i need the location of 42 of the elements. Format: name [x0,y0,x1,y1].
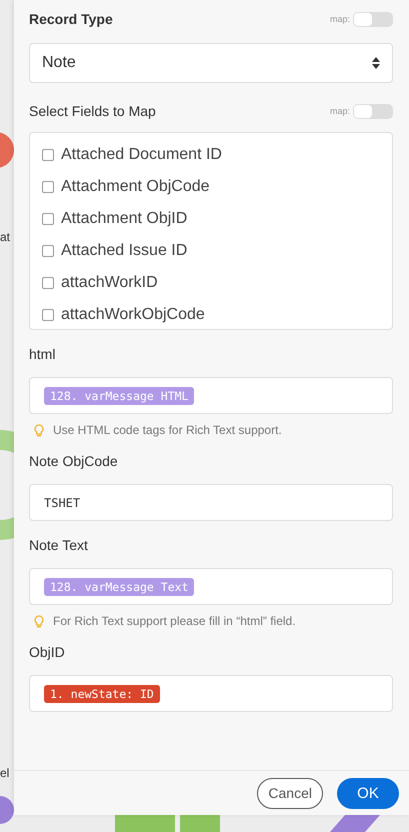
cancel-button[interactable]: Cancel [257,778,323,808]
input-field[interactable]: 1. newState: ID [29,675,393,712]
checkbox[interactable] [42,309,54,321]
checkbox[interactable] [42,149,54,161]
checkbox[interactable] [42,277,54,289]
input-field[interactable]: TSHET [29,484,393,521]
updown-icon [372,57,380,69]
lightbulb-icon [34,424,44,436]
variable-tag: 128. varMessage HTML [44,386,194,404]
record-type-select[interactable]: Note [29,43,393,83]
field-label: Note Text [29,537,89,553]
option-label: Attached Document ID [61,146,222,164]
variable-tag: 1. newState: ID [44,684,160,702]
hint-text: For Rich Text support please fill in “html” field. [53,614,296,628]
field-label: html [29,346,56,362]
canvas-node [115,815,175,832]
field-label: Note ObjCode [29,453,119,469]
field-value: TSHET [44,496,80,510]
map-toggle[interactable] [353,12,393,26]
map-toggle[interactable] [353,104,393,118]
field-label: ObjID [29,644,66,660]
checkbox[interactable] [42,181,54,193]
option-label: Attachment ObjCode [61,178,210,196]
canvas-node [0,132,14,168]
checkbox[interactable] [42,245,54,257]
field-label: Select Fields to Map [29,103,156,119]
option-label: attachWorkID [61,274,158,292]
map-label: map: [330,14,350,24]
canvas-node [180,815,220,832]
canvas-label: el [0,766,10,780]
lightbulb-icon [34,614,44,628]
canvas-label: at [0,230,10,244]
checkbox[interactable] [42,213,54,225]
variable-tag: 128. varMessage Text [44,578,194,596]
ok-button[interactable]: OK [337,778,399,808]
canvas-node [0,796,14,824]
option-label: Attachment ObjID [61,210,188,228]
option-label: attachWorkObjCode [61,306,205,324]
hint-text: Use HTML code tags for Rich Text support. [53,423,282,437]
field-label: Record Type [29,11,113,27]
map-label: map: [330,106,350,116]
option-label: Attached Issue ID [61,242,188,260]
